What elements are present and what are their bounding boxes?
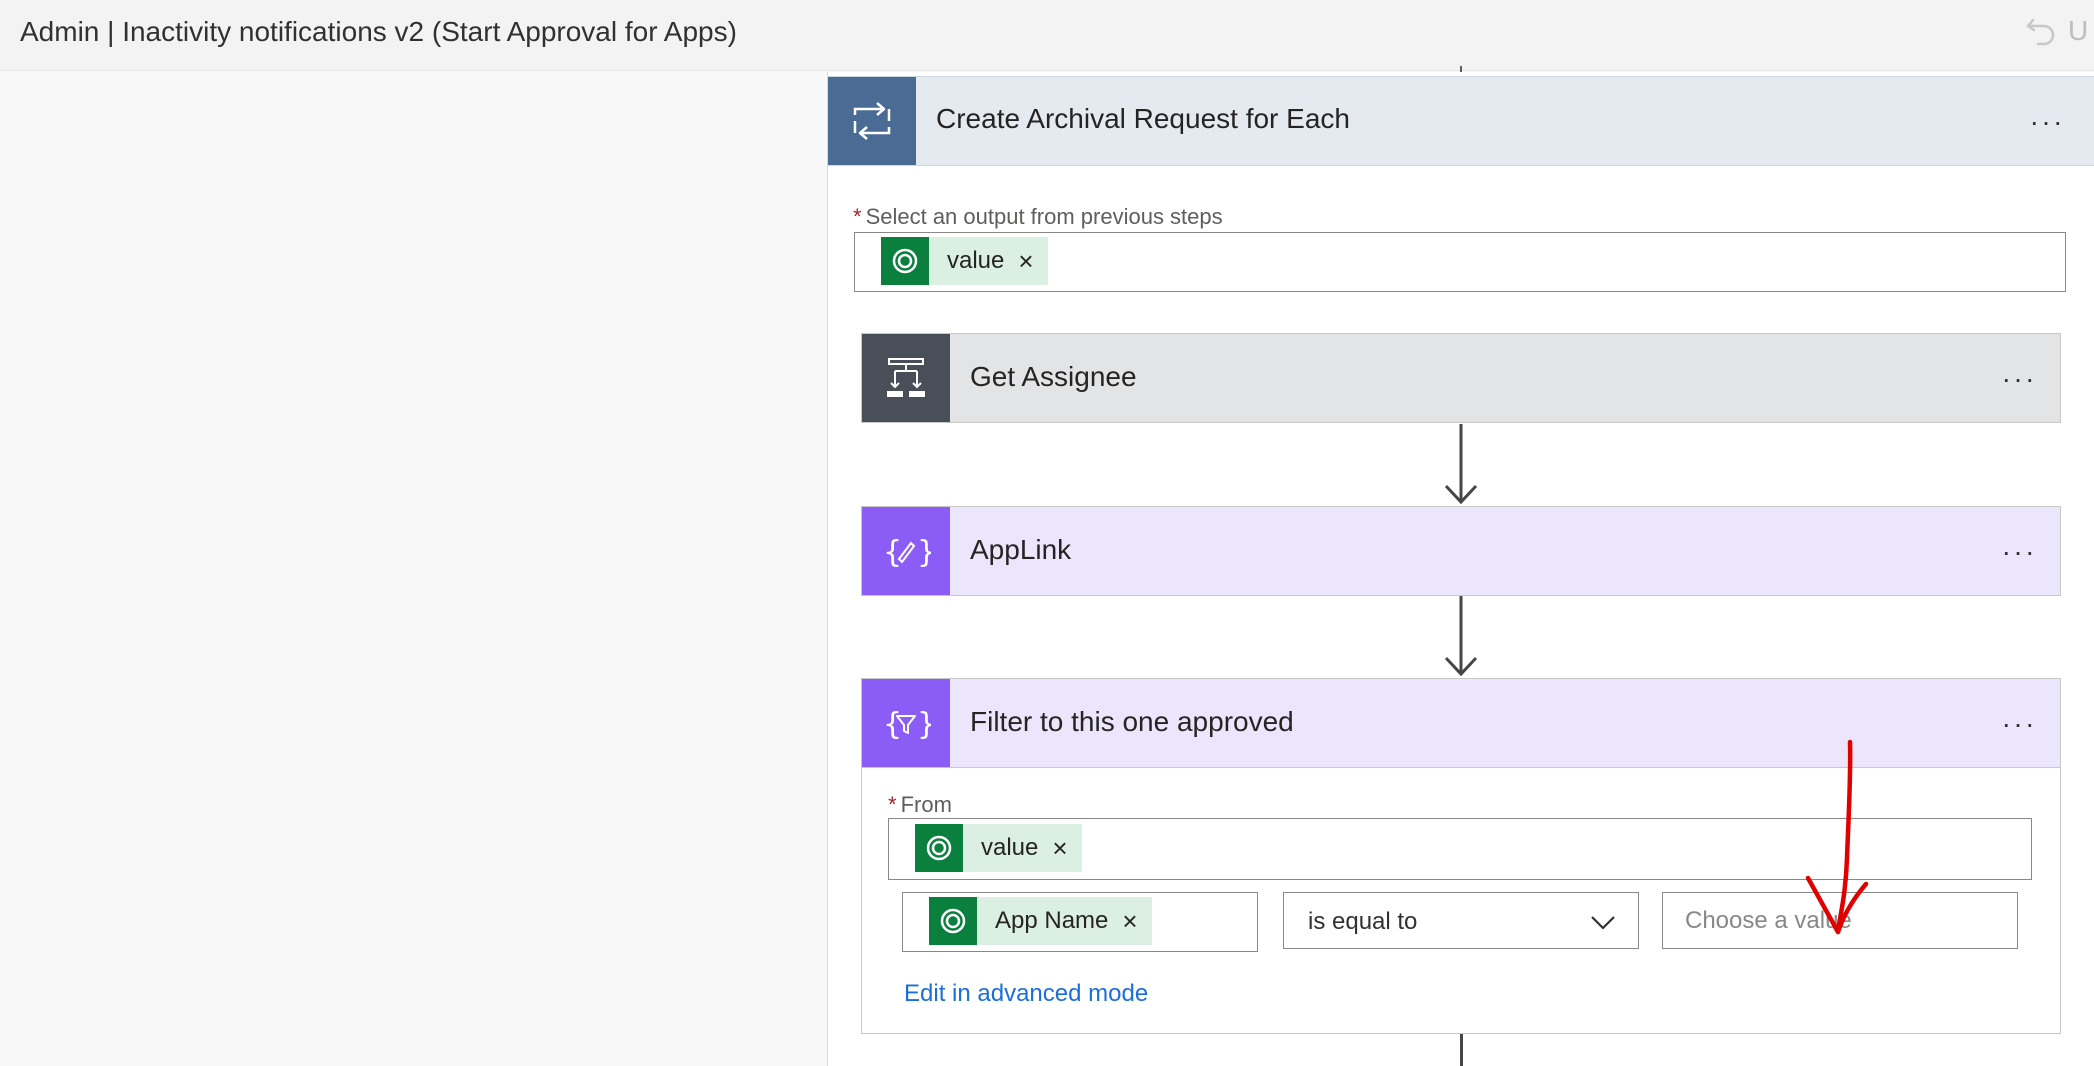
required-marker: * bbox=[853, 204, 862, 229]
action-more-button[interactable]: ... bbox=[1998, 529, 2042, 563]
token-label: value bbox=[947, 247, 1005, 274]
svg-text:}: } bbox=[917, 707, 931, 742]
output-input[interactable]: value × bbox=[854, 232, 2066, 292]
connector-line bbox=[1460, 66, 1462, 72]
action-more-button[interactable]: ... bbox=[1998, 356, 2042, 390]
dataverse-icon bbox=[881, 237, 929, 285]
remove-token-button[interactable]: × bbox=[1122, 908, 1137, 934]
value-placeholder: Choose a value bbox=[1685, 907, 1852, 934]
required-marker: * bbox=[888, 792, 897, 817]
condition-left-input[interactable]: App Name × bbox=[902, 892, 1258, 952]
action-card-applink[interactable]: { } AppLink ... bbox=[861, 506, 2061, 596]
from-input[interactable]: value × bbox=[888, 818, 2032, 880]
toolbar-truncated-text[interactable]: U bbox=[2068, 15, 2088, 47]
undo-icon[interactable] bbox=[2024, 14, 2058, 48]
title-bar: Admin | Inactivity notifications v2 (Sta… bbox=[0, 0, 2094, 71]
action-title: Get Assignee bbox=[970, 361, 1137, 392]
foreach-title: Create Archival Request for Each bbox=[936, 103, 1350, 134]
output-token[interactable]: value × bbox=[881, 237, 1048, 285]
foreach-more-button[interactable]: ... bbox=[2026, 99, 2070, 133]
dataverse-icon bbox=[929, 897, 977, 945]
chevron-down-icon bbox=[1591, 916, 1615, 930]
operator-value: is equal to bbox=[1308, 908, 1418, 935]
remove-token-button[interactable]: × bbox=[1018, 248, 1033, 274]
svg-text:}: } bbox=[917, 535, 931, 570]
action-title: Filter to this one approved bbox=[970, 706, 1294, 737]
remove-token-button[interactable]: × bbox=[1052, 835, 1067, 861]
connector-arrow bbox=[1444, 424, 1478, 505]
condition-left-token[interactable]: App Name × bbox=[929, 897, 1152, 945]
loop-icon bbox=[828, 77, 916, 165]
filter-action-header[interactable]: { } Filter to this one approved ... bbox=[861, 678, 2061, 768]
output-label-text: Select an output from previous steps bbox=[865, 204, 1223, 229]
connector-arrow bbox=[1444, 596, 1478, 677]
token-label: value bbox=[981, 834, 1039, 861]
from-token[interactable]: value × bbox=[915, 824, 1082, 872]
svg-text:{: { bbox=[883, 535, 902, 570]
operator-select[interactable]: is equal to bbox=[1283, 892, 1639, 949]
condition-value-input[interactable]: Choose a value bbox=[1662, 892, 2018, 949]
from-field-label: * From bbox=[888, 792, 952, 818]
filter-array-icon: { } bbox=[862, 679, 950, 767]
flow-title: Admin | Inactivity notifications v2 (Sta… bbox=[20, 16, 737, 47]
action-card-get-assignee[interactable]: Get Assignee ... bbox=[861, 333, 2061, 423]
output-field-label: * Select an output from previous steps bbox=[853, 204, 1223, 230]
dataverse-icon bbox=[915, 824, 963, 872]
edit-advanced-mode-link[interactable]: Edit in advanced mode bbox=[904, 980, 1148, 1008]
get-assignee-icon bbox=[862, 334, 950, 422]
connector-line bbox=[1460, 1034, 1463, 1066]
action-title: AppLink bbox=[970, 534, 1072, 565]
svg-text:{: { bbox=[883, 707, 902, 742]
from-label-text: From bbox=[900, 792, 952, 817]
token-label: App Name bbox=[995, 907, 1109, 934]
action-more-button[interactable]: ... bbox=[1998, 701, 2042, 735]
foreach-action-header[interactable]: Create Archival Request for Each ... bbox=[828, 76, 2094, 166]
variable-icon: { } bbox=[862, 507, 950, 595]
